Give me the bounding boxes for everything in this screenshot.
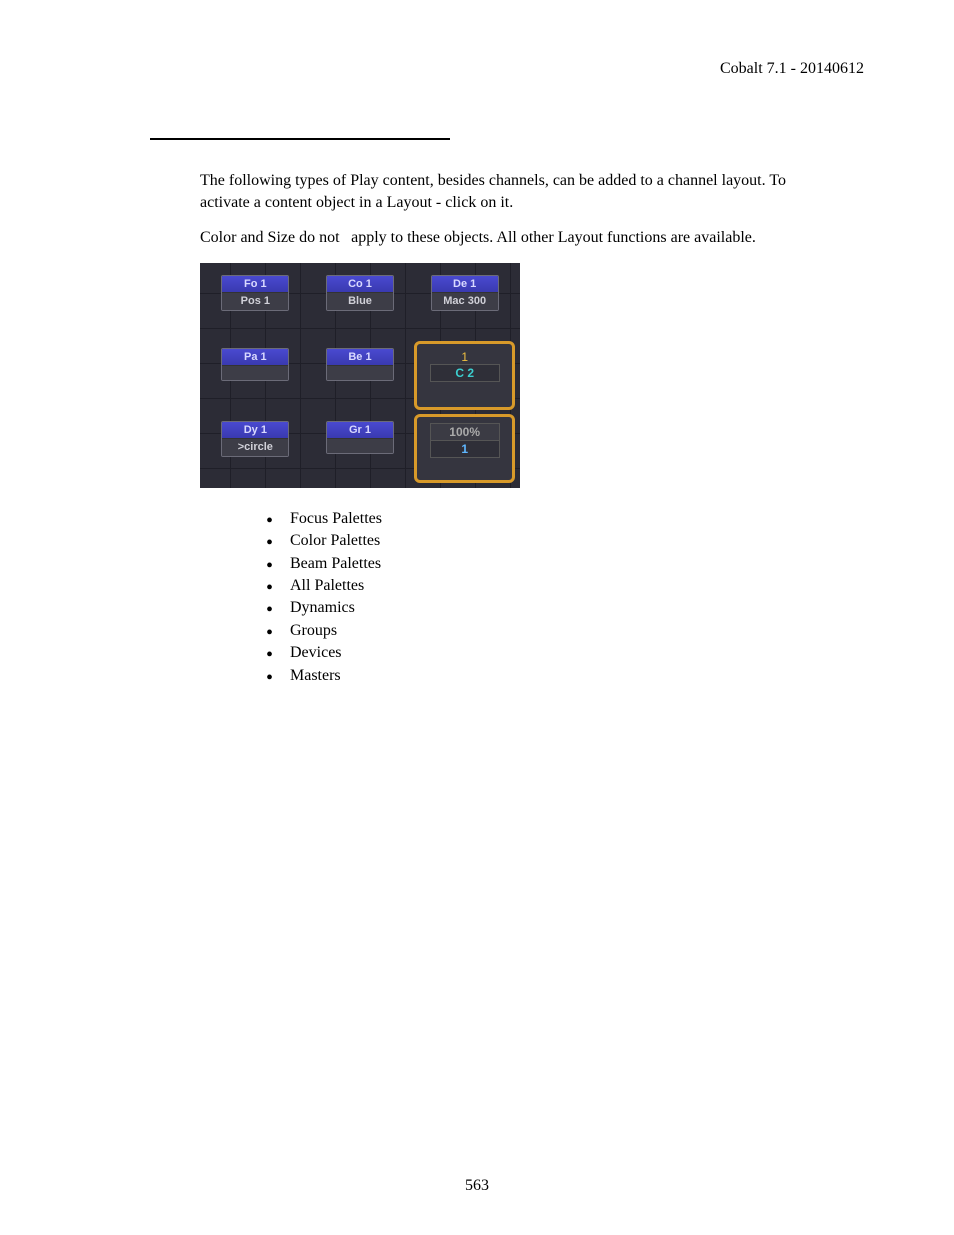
channel-tile-selected[interactable]: 1 C 2	[417, 344, 512, 407]
para2-not: not	[319, 227, 347, 249]
master-tile-selected[interactable]: 100% 1	[417, 417, 512, 480]
list-item: Beam Palettes	[260, 553, 824, 575]
channel-name: C 2	[430, 364, 500, 382]
tile-head: De 1	[432, 276, 498, 293]
tile-head: Co 1	[327, 276, 393, 293]
page-number: 563	[0, 1177, 954, 1195]
tile-focus[interactable]: Fo 1 Pos 1	[208, 271, 303, 334]
list-item: Color Palettes	[260, 530, 824, 552]
tile-head: Dy 1	[222, 422, 288, 439]
tile-sub: Mac 300	[432, 293, 498, 310]
tile-dynamics[interactable]: Dy 1 >circle	[208, 417, 303, 480]
tile-sub	[327, 366, 393, 380]
tile-color[interactable]: Co 1 Blue	[313, 271, 408, 334]
list-item: Devices	[260, 642, 824, 664]
tile-sub: >circle	[222, 439, 288, 456]
section-divider	[150, 138, 450, 140]
paragraph-note: Color and Size do not apply to these obj…	[200, 227, 824, 249]
tile-beam[interactable]: Be 1	[313, 344, 408, 407]
channel-number: 1	[430, 350, 500, 364]
list-item: Masters	[260, 665, 824, 687]
para2-b: apply to these objects. All other Layout…	[351, 229, 756, 246]
tile-head: Be 1	[327, 349, 393, 366]
tile-head: Pa 1	[222, 349, 288, 366]
content-area: The following types of Play content, bes…	[200, 170, 824, 687]
tile-sub: Blue	[327, 293, 393, 310]
master-number: 1	[430, 441, 500, 458]
list-item: Focus Palettes	[260, 508, 824, 530]
para2-a: Color and Size do	[200, 229, 319, 246]
list-item: All Palettes	[260, 575, 824, 597]
tile-head: Gr 1	[327, 422, 393, 439]
master-percent: 100%	[430, 423, 500, 441]
tile-sub	[327, 439, 393, 453]
layout-panel: Fo 1 Pos 1 Co 1 Blue De 1 Mac 300 Pa 1	[200, 263, 520, 488]
tile-sub: Pos 1	[222, 293, 288, 310]
list-item: Groups	[260, 620, 824, 642]
header-text: Cobalt 7.1 - 20140612	[90, 60, 864, 78]
content-type-list: Focus Palettes Color Palettes Beam Palet…	[260, 508, 824, 687]
page: Cobalt 7.1 - 20140612 The following type…	[0, 0, 954, 1235]
tile-all[interactable]: Pa 1	[208, 344, 303, 407]
tile-group[interactable]: Gr 1	[313, 417, 408, 480]
paragraph-intro: The following types of Play content, bes…	[200, 170, 824, 213]
tile-head: Fo 1	[222, 276, 288, 293]
tile-device[interactable]: De 1 Mac 300	[417, 271, 512, 334]
tile-sub	[222, 366, 288, 380]
list-item: Dynamics	[260, 597, 824, 619]
